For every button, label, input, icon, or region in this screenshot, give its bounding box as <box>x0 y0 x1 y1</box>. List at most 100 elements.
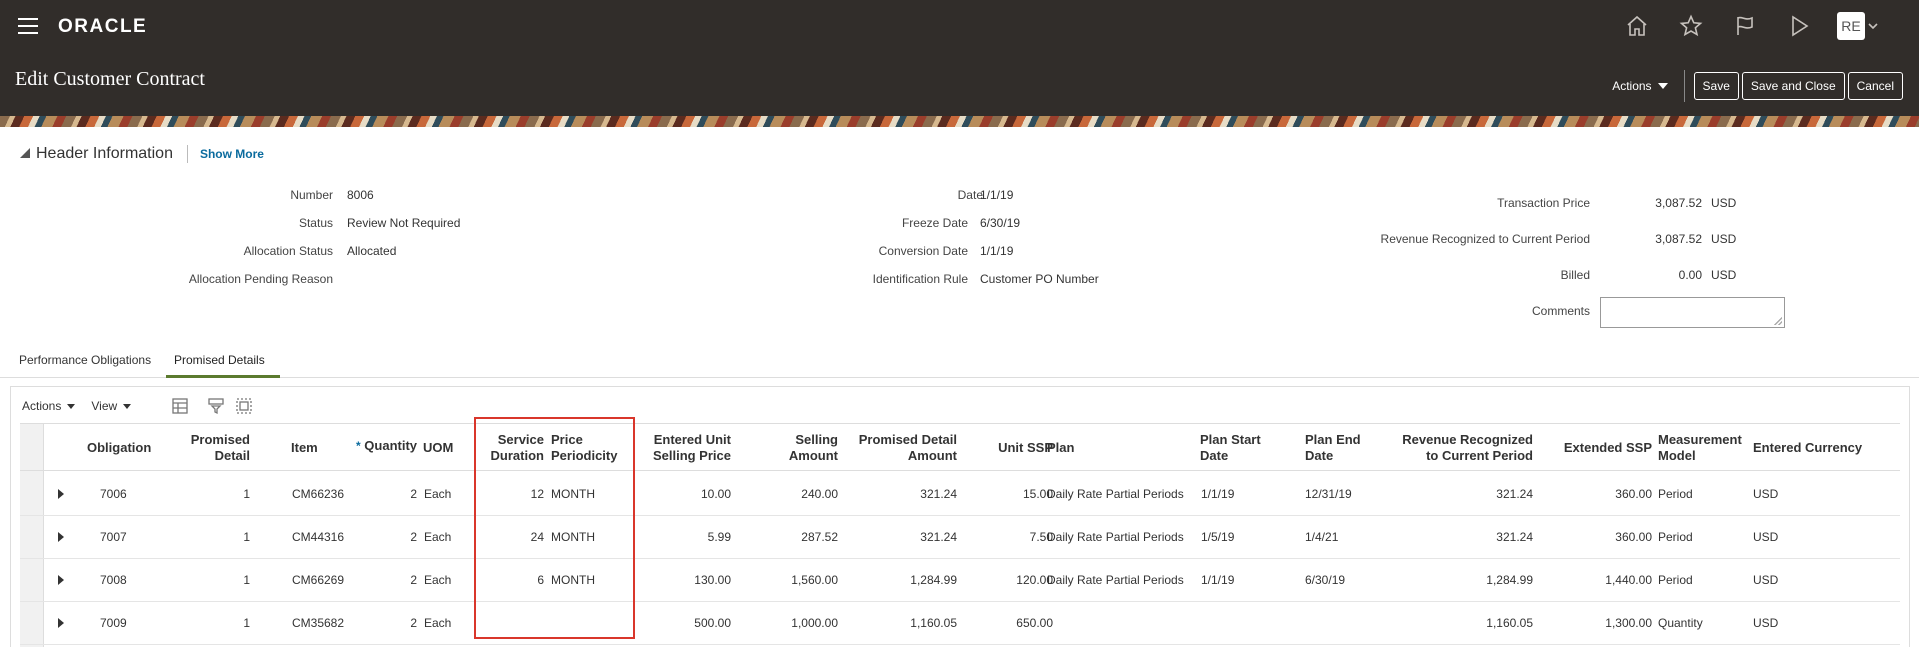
cell-selling-amount: 1,560.00 <box>791 573 838 587</box>
col-entered-currency[interactable]: Entered Currency <box>1753 440 1862 456</box>
col-obligation[interactable]: Obligation <box>87 440 151 456</box>
transaction-price-label: Transaction Price <box>1497 196 1590 210</box>
col-plan-start-date[interactable]: Plan Start Date <box>1200 432 1261 464</box>
cell-promised-detail-amount: 321.24 <box>920 487 957 501</box>
tab-performance-obligations[interactable]: Performance Obligations <box>19 353 151 367</box>
cell-promised-detail-amount: 1,284.99 <box>910 573 957 587</box>
filter-icon[interactable] <box>207 397 225 415</box>
table-view-menu[interactable]: View <box>91 399 132 413</box>
col-extended-ssp[interactable]: Extended SSP <box>1550 440 1652 456</box>
conversion-date-value: 1/1/19 <box>980 244 1014 258</box>
collapse-triangle-icon[interactable] <box>20 148 30 158</box>
cancel-button[interactable]: Cancel <box>1847 72 1903 100</box>
active-tab-indicator <box>166 375 280 378</box>
col-quantity[interactable]: * Quantity <box>356 438 417 454</box>
cell-selling-amount: 240.00 <box>801 487 838 501</box>
col-selling-amount[interactable]: Selling Amount <box>740 432 838 464</box>
col-label-line: Measurement <box>1658 432 1742 447</box>
col-plan[interactable]: Plan <box>1047 440 1074 456</box>
table-header-row: Obligation Promised Detail Item * Quantit… <box>20 423 1900 471</box>
watchlist-play-icon[interactable] <box>1785 12 1813 40</box>
notifications-flag-icon[interactable] <box>1731 12 1759 40</box>
revenue-recognized-label: Revenue Recognized to Current Period <box>1380 232 1590 246</box>
col-entered-unit-selling-price[interactable]: Entered Unit Selling Price <box>620 432 731 464</box>
cell-extended-ssp: 1,300.00 <box>1605 616 1652 630</box>
table-actions-label: Actions <box>22 399 62 413</box>
global-icons: RE <box>1597 12 1879 40</box>
user-avatar[interactable]: RE <box>1837 12 1865 40</box>
col-label-line: Amount <box>788 448 838 463</box>
cell-uom: Each <box>424 573 452 587</box>
col-label-line: Date <box>1305 448 1334 463</box>
col-label-line: Promised Detail <box>858 432 957 447</box>
cell-obligation: 7009 <box>100 616 127 630</box>
expand-row-triangle-icon[interactable] <box>58 532 64 542</box>
expand-row-triangle-icon[interactable] <box>58 575 64 585</box>
resize-grip-icon[interactable] <box>1774 317 1782 325</box>
tab-promised-details[interactable]: Promised Details <box>174 353 265 367</box>
billed-currency: USD <box>1711 268 1737 282</box>
cell-obligation: 7007 <box>100 530 127 544</box>
status-value: Review Not Required <box>347 216 461 230</box>
table-row[interactable]: 7006 1 CM66236 2 Each 12 MONTH 10.00 240.00 321.2… <box>20 473 1900 516</box>
cell-quantity: 2 <box>410 487 417 501</box>
identification-rule-value: Customer PO Number <box>980 272 1099 286</box>
revenue-recognized-currency: USD <box>1711 232 1737 246</box>
cell-unit-ssp: 120.00 <box>1016 573 1053 587</box>
col-label-line: Quantity <box>364 438 418 453</box>
transaction-price-currency: USD <box>1711 196 1737 210</box>
table-actions-menu[interactable]: Actions <box>22 399 76 413</box>
freeze-date-value: 6/30/19 <box>980 216 1021 230</box>
save-button[interactable]: Save <box>1693 72 1739 100</box>
col-promised-detail-amount[interactable]: Promised Detail Amount <box>840 432 957 464</box>
detach-icon[interactable] <box>235 397 253 415</box>
section-title: Header Information <box>36 145 173 162</box>
chevron-down-icon[interactable] <box>1867 20 1879 32</box>
cell-quantity: 2 <box>410 573 417 587</box>
table-row[interactable]: 7008 1 CM66269 2 Each 6 MONTH 130.00 1,560.00 1,2… <box>20 559 1900 602</box>
cell-measurement-model: Period <box>1658 487 1693 501</box>
save-and-close-button[interactable]: Save and Close <box>1741 72 1845 100</box>
expand-row-triangle-icon[interactable] <box>58 618 64 628</box>
cell-item: CM66236 <box>292 487 345 501</box>
global-header: ORACLE RE Edit Customer Contract Actions… <box>0 0 1919 116</box>
home-icon[interactable] <box>1623 12 1651 40</box>
navigator-menu-icon[interactable] <box>18 18 38 34</box>
cell-promised-detail: 1 <box>243 530 250 544</box>
comments-textarea[interactable] <box>1600 297 1785 328</box>
favorites-star-icon[interactable] <box>1677 12 1705 40</box>
caret-down-icon <box>123 403 132 409</box>
col-promised-detail[interactable]: Promised Detail <box>180 432 250 464</box>
col-item[interactable]: Item <box>291 440 318 456</box>
show-more-link[interactable]: Show More <box>200 147 264 161</box>
table-row[interactable]: 7009 1 CM35682 2 Each 500.00 1,000.00 1,160.05 6… <box>20 602 1900 645</box>
col-label-line: Promised <box>190 432 250 447</box>
col-label-line: Date <box>1200 448 1229 463</box>
col-label-line: to Current Period <box>1426 448 1533 463</box>
cell-obligation: 7008 <box>100 573 127 587</box>
cell-item: CM66269 <box>292 573 345 587</box>
transaction-price-value: 3,087.52 <box>1655 196 1702 210</box>
col-plan-end-date[interactable]: Plan End Date <box>1305 432 1361 464</box>
col-label-line: Amount <box>907 448 957 463</box>
cell-item: CM44316 <box>292 530 345 544</box>
expand-row-triangle-icon[interactable] <box>58 489 64 499</box>
col-measurement-model[interactable]: Measurement Model <box>1658 432 1742 464</box>
table-row[interactable]: 7007 1 CM44316 2 Each 24 MONTH 5.99 287.52 321.24… <box>20 516 1900 559</box>
cell-plan-start-date: 1/1/19 <box>1201 573 1235 587</box>
col-label-line: Detail <box>214 448 250 463</box>
cell-promised-detail: 1 <box>243 573 250 587</box>
cell-selling-amount: 287.52 <box>801 530 838 544</box>
col-unit-ssp[interactable]: Unit SSP <box>970 440 1053 456</box>
col-uom[interactable]: UOM <box>423 440 453 456</box>
cell-revenue-recognized: 321.24 <box>1496 530 1533 544</box>
cell-entered-currency: USD <box>1753 573 1779 587</box>
cell-measurement-model: Period <box>1658 530 1693 544</box>
cell-entered-unit-selling-price: 500.00 <box>694 616 731 630</box>
cell-entered-currency: USD <box>1753 487 1779 501</box>
actions-menu[interactable]: Actions <box>1612 79 1668 93</box>
freeze-date-label: Freeze Date <box>901 216 968 230</box>
promised-details-table: Obligation Promised Detail Item * Quantit… <box>20 423 1900 647</box>
col-revenue-recognized[interactable]: Revenue Recognized to Current Period <box>1360 432 1533 464</box>
freeze-columns-icon[interactable] <box>171 397 189 415</box>
